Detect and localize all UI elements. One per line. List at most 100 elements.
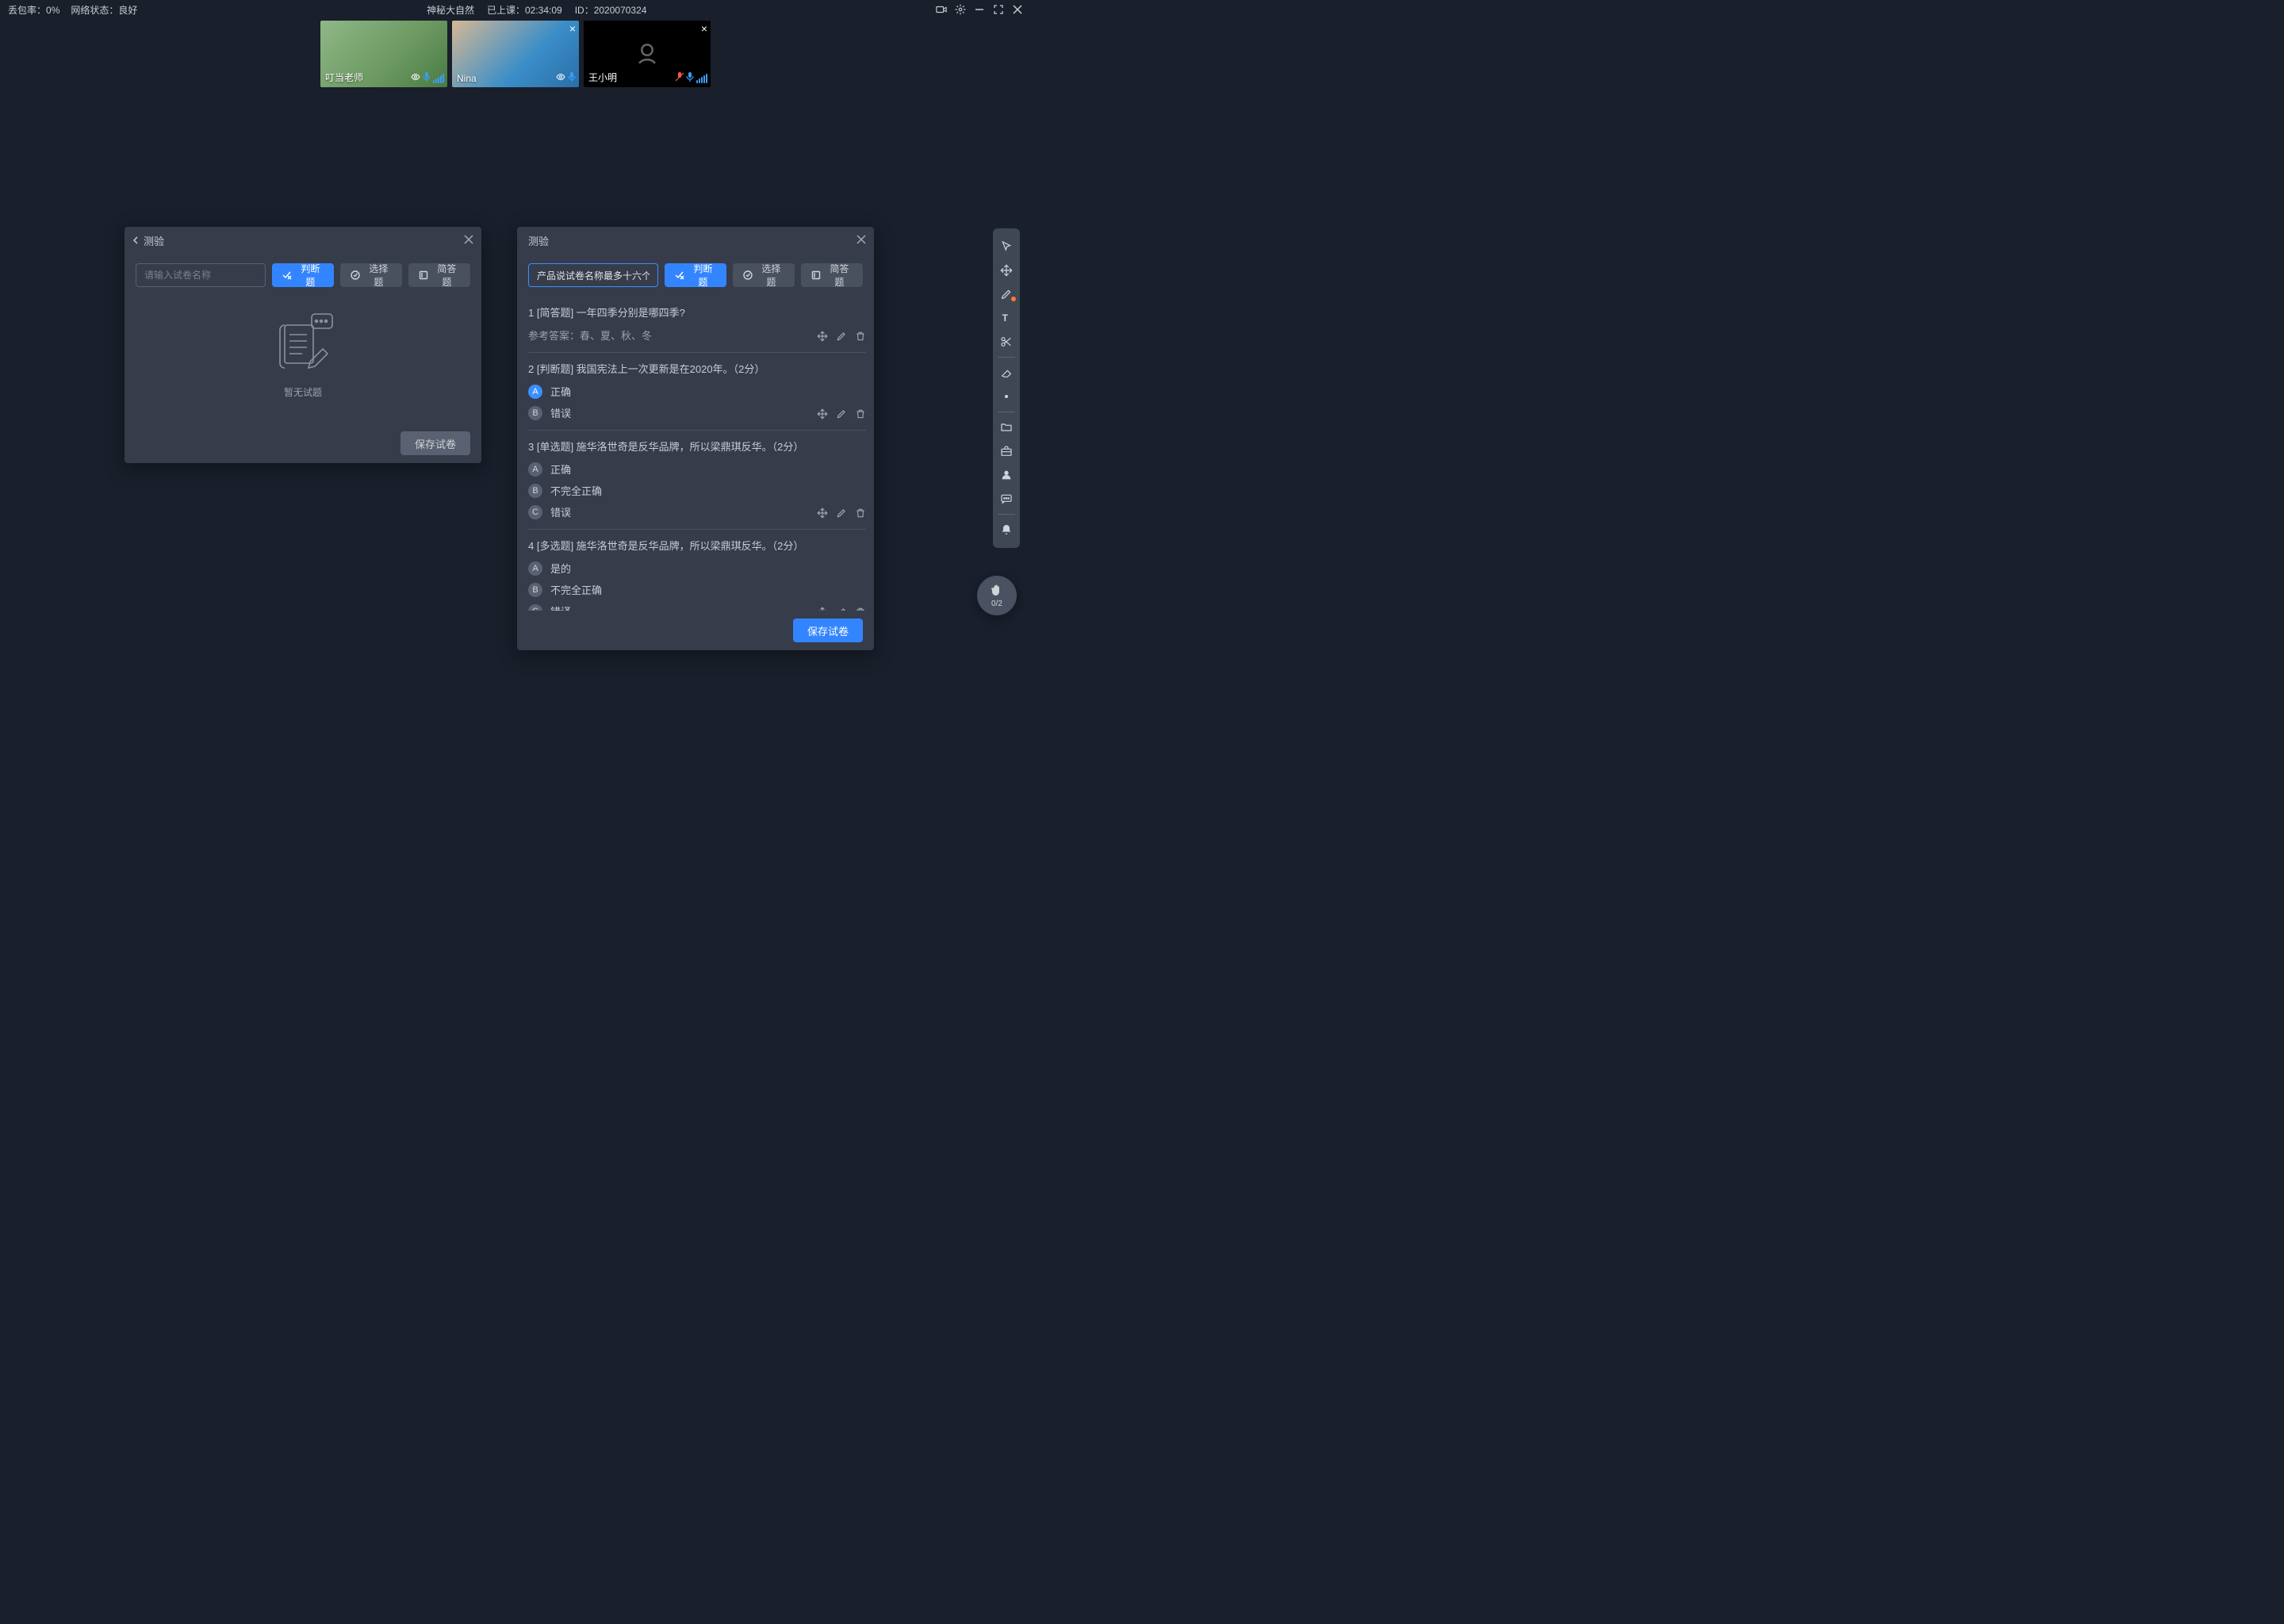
maximize-icon[interactable] <box>993 4 1004 15</box>
video-name-label: 王小明 <box>588 71 617 84</box>
panel-title: 测验 <box>528 233 856 248</box>
quiz-name-input[interactable] <box>136 263 266 287</box>
video-tile-teacher[interactable]: 叮当老师 <box>320 21 447 87</box>
raise-count: 0/2 <box>991 599 1002 608</box>
close-icon[interactable] <box>856 235 866 247</box>
mic-icon <box>423 72 431 84</box>
scissors-tool[interactable] <box>993 330 1020 354</box>
users-tool[interactable] <box>993 463 1020 487</box>
bell-tool[interactable] <box>993 518 1020 542</box>
brightness-tool[interactable] <box>993 385 1020 408</box>
question-list[interactable]: 1 [简答题] 一年四季分别是哪四季? 参考答案：春、夏、秋、冬 2 [判断题] … <box>528 297 871 611</box>
question-option[interactable]: B 错误 <box>528 405 866 420</box>
signal-icon <box>433 74 444 83</box>
camera-toggle-icon[interactable] <box>936 4 947 15</box>
delete-icon[interactable] <box>855 331 866 344</box>
option-label: 错误 <box>550 405 571 420</box>
eraser-tool[interactable] <box>993 361 1020 385</box>
button-label: 简答题 <box>826 262 853 289</box>
question-option[interactable]: A 正确 <box>528 462 866 477</box>
question-option[interactable]: A 正确 <box>528 384 866 399</box>
video-name-label: 叮当老师 <box>325 71 363 84</box>
add-judge-button[interactable]: 判断题 <box>272 263 334 287</box>
option-letter: A <box>528 561 542 576</box>
delete-icon[interactable] <box>855 508 866 521</box>
question-actions <box>817 508 866 521</box>
delete-icon[interactable] <box>855 607 866 611</box>
folder-tool[interactable] <box>993 416 1020 439</box>
raise-hand-button[interactable]: 0/2 <box>977 576 1017 615</box>
save-quiz-button[interactable]: 保存试卷 <box>400 431 470 455</box>
video-tile-student-2[interactable]: × 王小明 <box>584 21 711 87</box>
minimize-icon[interactable] <box>974 4 985 15</box>
packet-loss: 丢包率：0% <box>8 3 59 17</box>
mic-muted-icon <box>676 72 684 84</box>
close-icon[interactable] <box>464 235 473 247</box>
video-close-icon[interactable]: × <box>701 22 707 35</box>
option-label: 错译 <box>550 603 571 611</box>
option-letter: B <box>528 406 542 420</box>
move-icon[interactable] <box>817 508 828 521</box>
camera-off-icon <box>631 38 663 70</box>
question-item: 4 [多选题] 施华洛世奇是反华品牌，所以梁鼎琪反华。（2分） A 是的 B 不… <box>528 530 866 611</box>
add-short-button[interactable]: 简答题 <box>408 263 470 287</box>
question-actions <box>817 607 866 611</box>
add-judge-button[interactable]: 判断题 <box>665 263 726 287</box>
save-quiz-button[interactable]: 保存试卷 <box>793 619 863 642</box>
settings-icon[interactable] <box>955 4 966 15</box>
question-option[interactable]: B 不完全正确 <box>528 483 866 498</box>
question-answer: 参考答案：春、夏、秋、冬 <box>528 327 866 343</box>
close-icon[interactable] <box>1012 4 1023 15</box>
pointer-tool[interactable] <box>993 235 1020 259</box>
button-label: 选择题 <box>757 262 785 289</box>
class-id: ID：2020070324 <box>575 3 647 17</box>
move-icon[interactable] <box>817 607 828 611</box>
video-tile-student-1[interactable]: × Nina <box>452 21 579 87</box>
question-option[interactable]: B 不完全正确 <box>528 582 866 597</box>
edit-icon[interactable] <box>836 607 847 611</box>
quiz-panel-empty: 测验 判断题 选择题 简答题 暂无试题 保存试卷 <box>125 227 481 463</box>
move-icon[interactable] <box>817 408 828 422</box>
edit-icon[interactable] <box>836 508 847 521</box>
edit-icon[interactable] <box>836 331 847 344</box>
delete-icon[interactable] <box>855 408 866 422</box>
option-letter: C <box>528 604 542 611</box>
option-label: 正确 <box>550 384 571 399</box>
option-letter: A <box>528 462 542 477</box>
question-title: 4 [多选题] 施华洛世奇是反华品牌，所以梁鼎琪反华。（2分） <box>528 538 866 553</box>
text-tool[interactable]: T <box>993 306 1020 330</box>
question-actions <box>817 331 866 344</box>
chat-tool[interactable] <box>993 487 1020 511</box>
video-row: 叮当老师 × Nina × 王小明 <box>0 19 1031 89</box>
add-choice-button[interactable]: 选择题 <box>340 263 402 287</box>
question-title: 3 [单选题] 施华洛世奇是反华品牌，所以梁鼎琪反华。（2分） <box>528 439 866 454</box>
move-tool[interactable] <box>993 259 1020 282</box>
video-close-icon[interactable]: × <box>569 22 576 35</box>
question-option[interactable]: C 错误 <box>528 504 866 519</box>
course-title: 神秘大自然 <box>427 3 474 17</box>
question-actions <box>817 408 866 422</box>
question-option[interactable]: A 是的 <box>528 561 866 576</box>
question-title: 2 [判断题] 我国宪法上一次更新是在2020年。（2分） <box>528 361 866 376</box>
button-label: 判断题 <box>689 262 717 289</box>
add-choice-button[interactable]: 选择题 <box>733 263 795 287</box>
button-label: 简答题 <box>433 262 461 289</box>
add-short-button[interactable]: 简答题 <box>801 263 863 287</box>
pen-tool[interactable] <box>993 282 1020 306</box>
short-answer-icon <box>811 270 822 281</box>
edit-icon[interactable] <box>836 408 847 422</box>
question-item: 3 [单选题] 施华洛世奇是反华品牌，所以梁鼎琪反华。（2分） A 正确 B 不… <box>528 431 866 530</box>
quiz-panel-list: 测验 判断题 选择题 简答题 1 [简答题] 一年四季分别是哪四季? 参考答案：春… <box>517 227 874 650</box>
question-option[interactable]: C 错译 <box>528 603 866 611</box>
top-status-bar: 丢包率：0% 网络状态：良好 神秘大自然 已上课：02:34:09 ID：202… <box>0 0 1031 19</box>
back-icon[interactable] <box>132 236 140 244</box>
question-item: 1 [简答题] 一年四季分别是哪四季? 参考答案：春、夏、秋、冬 <box>528 297 866 353</box>
empty-state: 暂无试题 <box>136 297 470 399</box>
toolbox-tool[interactable] <box>993 439 1020 463</box>
svg-text:T: T <box>1002 312 1009 324</box>
question-title: 1 [简答题] 一年四季分别是哪四季? <box>528 304 866 320</box>
move-icon[interactable] <box>817 331 828 344</box>
option-label: 不完全正确 <box>550 483 602 498</box>
eye-icon <box>556 72 565 84</box>
quiz-name-input[interactable] <box>528 263 658 287</box>
